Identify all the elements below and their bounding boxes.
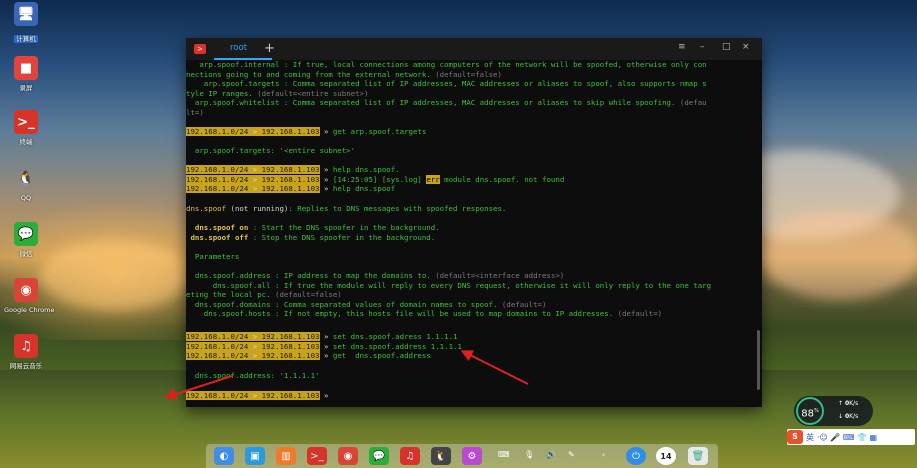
terminal-dock-icon[interactable]: >_ bbox=[307, 447, 327, 465]
file-manager-icon[interactable]: ▣ bbox=[245, 447, 265, 465]
qq-dock-icon[interactable]: 🐧 bbox=[431, 447, 451, 465]
app-store-icon[interactable]: ▥ bbox=[276, 447, 296, 465]
wechat-dock-icon[interactable]: 💬 bbox=[369, 447, 389, 465]
download-speed: ↓ 0K/s bbox=[838, 413, 859, 420]
ime-tools[interactable]: ·☺ 🎤 ⌨ 👕 ▦ bbox=[817, 433, 877, 442]
annotation-arrows bbox=[164, 350, 529, 400]
memory-gauge: 88% bbox=[796, 397, 824, 425]
ime-language[interactable]: 英 bbox=[806, 432, 814, 443]
power-icon[interactable]: ⏻ bbox=[626, 447, 646, 465]
mic-tray-icon[interactable]: 🎙 bbox=[524, 450, 534, 459]
system-monitor-widget[interactable]: 88% ↑ 0K/s ↓ 0K/s bbox=[794, 396, 873, 426]
settings-icon[interactable]: ⚙ bbox=[462, 447, 482, 465]
volume-tray-icon[interactable]: 🔊 bbox=[546, 450, 556, 459]
chrome-dock-icon[interactable]: ◉ bbox=[338, 447, 358, 465]
sogou-logo[interactable]: S bbox=[787, 430, 803, 444]
clock-icon[interactable]: 14 bbox=[656, 447, 676, 465]
netease-music-dock-icon[interactable]: ♫ bbox=[400, 447, 420, 465]
arrow-to-result bbox=[164, 375, 233, 400]
keyboard-tray-icon[interactable]: ⌨ bbox=[498, 450, 510, 459]
ime-toolbar[interactable]: S 英 ·☺ 🎤 ⌨ 👕 ▦ bbox=[787, 429, 915, 445]
trash-icon[interactable]: 🗑 bbox=[688, 447, 708, 465]
arrow-to-set-command bbox=[460, 350, 529, 385]
pen-tray-icon[interactable]: ✎ bbox=[568, 450, 575, 459]
upload-speed: ↑ 0K/s bbox=[838, 400, 859, 407]
tray-collapse-icon[interactable]: ‹ bbox=[602, 450, 605, 459]
dock: ◐ ▣ ▥ >_ ◉ 💬 ♫ 🐧 ⚙ ⌨ 🎙 🔊 ✎ ‹ ⏻ 14 🗑 bbox=[206, 444, 718, 468]
launcher-icon[interactable]: ◐ bbox=[214, 447, 234, 465]
